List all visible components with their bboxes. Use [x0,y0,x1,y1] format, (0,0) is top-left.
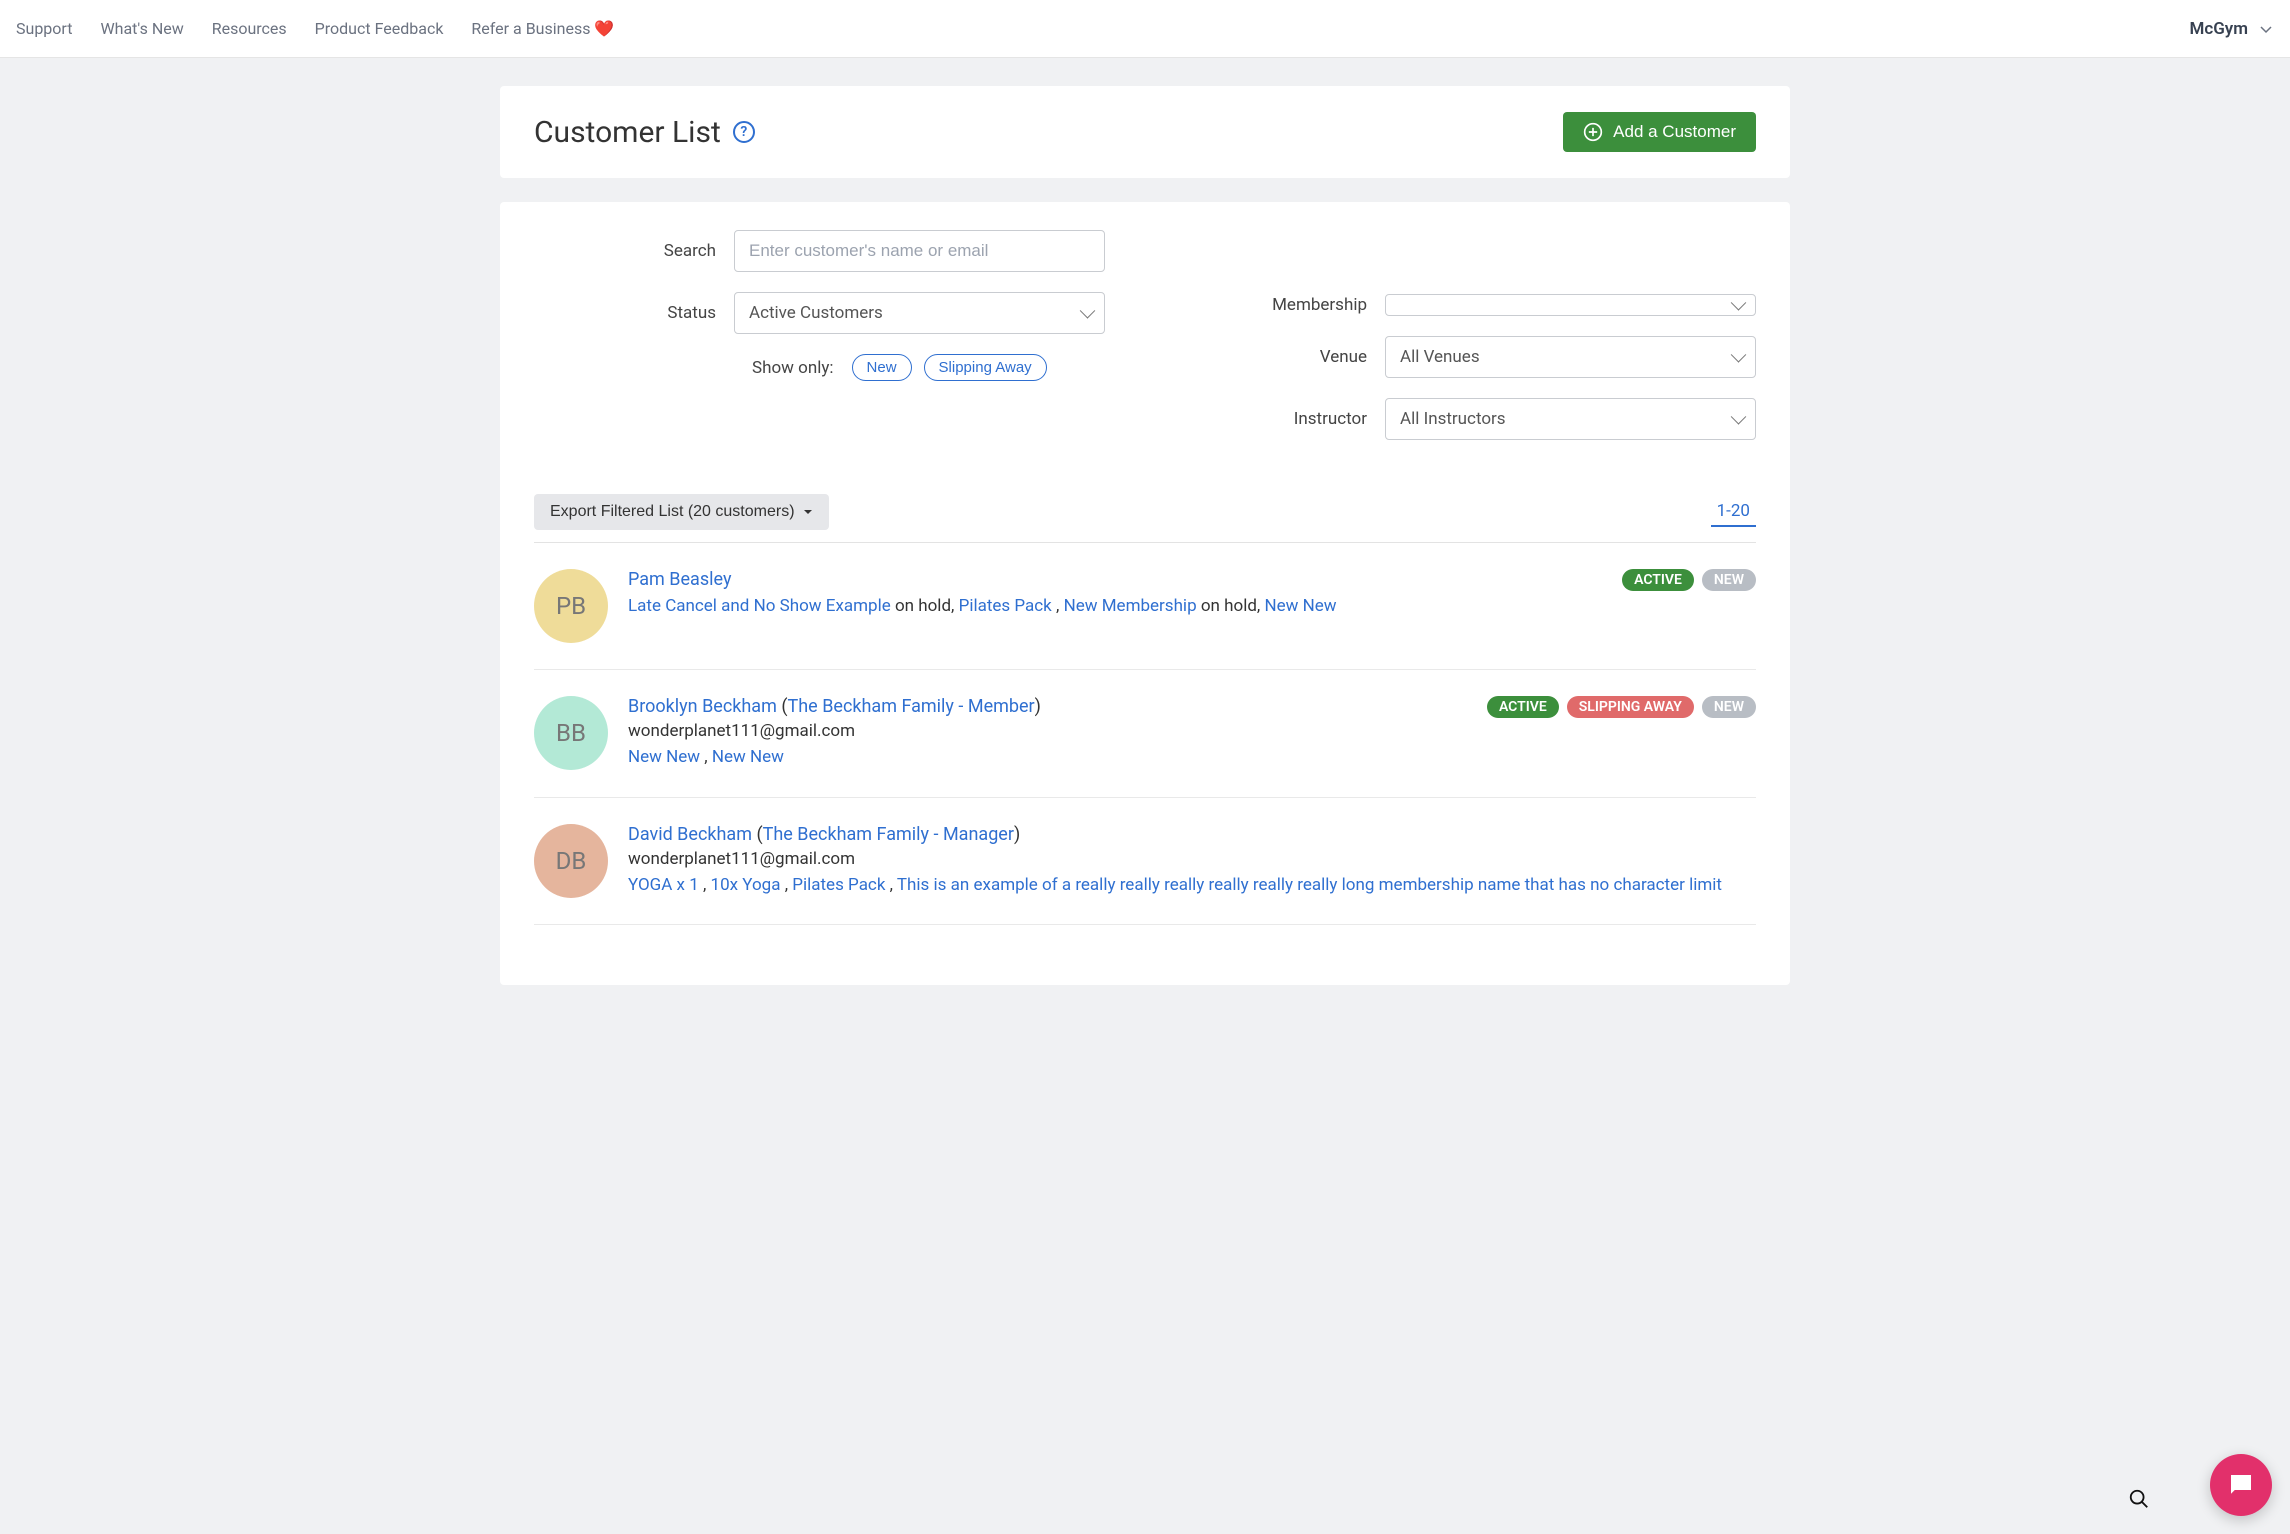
customer-body: David Beckham (The Beckham Family - Mana… [628,824,1736,899]
customer-body: Pam Beasley Late Cancel and No Show Examp… [628,569,1602,620]
avatar[interactable]: PB [534,569,608,643]
top-nav: Support What's New Resources Product Fee… [0,0,2290,58]
membership-link[interactable]: New New [1264,596,1336,616]
badge-column: ACTIVE SLIPPING AWAY NEW [1487,696,1756,718]
account-switcher[interactable]: McGym [2189,19,2274,39]
nav-resources[interactable]: Resources [212,19,287,38]
membership-link[interactable]: New New [712,747,784,767]
chat-fab[interactable] [2210,1454,2272,1516]
membership-text: , [890,875,897,895]
venue-select[interactable]: All Venues [1385,336,1756,378]
customer-name-link[interactable]: Pam Beasley [628,569,731,590]
membership-link[interactable]: YOGA x 1 [628,875,703,895]
membership-line: New New , New New [628,745,1467,771]
membership-line: Late Cancel and No Show Example on hold,… [628,594,1602,620]
page-header: Customer List ? Add a Customer [500,86,1790,178]
membership-text: , [704,747,712,767]
badge-column: ACTIVE NEW [1622,569,1756,591]
customer-name-line: Pam Beasley [628,569,1602,590]
customer-email: wonderplanet111@gmail.com [628,721,1467,741]
nav-refer-business[interactable]: Refer a Business ❤️ [471,19,614,38]
membership-link[interactable]: This is an example of a really really re… [897,875,1722,895]
plus-circle-icon [1583,122,1603,142]
nav-product-feedback[interactable]: Product Feedback [315,19,444,38]
status-select[interactable]: Active Customers [734,292,1105,334]
status-badge: ACTIVE [1622,569,1694,591]
customer-name-link[interactable]: David Beckham [628,824,752,845]
customer-name-line: Brooklyn Beckham (The Beckham Family - M… [628,696,1467,717]
export-button[interactable]: Export Filtered List (20 customers) [534,494,829,530]
customer-row: BB Brooklyn Beckham (The Beckham Family -… [534,670,1756,798]
search-input[interactable] [734,230,1105,272]
customer-row: PB Pam Beasley Late Cancel and No Show Exa… [534,543,1756,670]
membership-link[interactable]: 10x Yoga [711,875,785,895]
customer-row: DB David Beckham (The Beckham Family - Ma… [534,798,1756,926]
membership-link[interactable]: New Membership [1064,596,1197,616]
membership-link[interactable]: Late Cancel and No Show Example [628,596,891,616]
page-title: Customer List ? [534,115,755,150]
nav-support[interactable]: Support [16,19,72,38]
caret-down-icon [803,507,813,517]
filter-panel: Search Status Active Customers Show only… [500,202,1790,985]
chip-slipping-away[interactable]: Slipping Away [924,354,1047,381]
pager[interactable]: 1-20 [1711,497,1756,527]
customer-email: wonderplanet111@gmail.com [628,849,1736,869]
avatar[interactable]: DB [534,824,608,898]
status-badge: SLIPPING AWAY [1567,696,1694,718]
membership-link[interactable]: New New [628,747,704,767]
membership-link[interactable]: Pilates Pack [792,875,889,895]
search-label: Search [534,241,734,261]
membership-text: on hold, [891,596,959,616]
venue-label: Venue [1185,347,1385,367]
avatar[interactable]: BB [534,696,608,770]
membership-select[interactable] [1385,294,1756,316]
help-icon[interactable]: ? [733,121,755,143]
membership-label: Membership [1185,295,1385,315]
membership-text: , [1056,596,1064,616]
nav-whats-new[interactable]: What's New [100,19,183,38]
customer-name-line: David Beckham (The Beckham Family - Mana… [628,824,1736,845]
chip-new[interactable]: New [852,354,912,381]
membership-text: on hold, [1197,596,1265,616]
status-badge: NEW [1702,696,1756,718]
chat-icon [2226,1470,2256,1500]
membership-link[interactable]: Pilates Pack [959,596,1056,616]
account-name: McGym [2189,19,2248,39]
status-badge: NEW [1702,569,1756,591]
chevron-down-icon [2258,21,2274,37]
table-toolbar: Export Filtered List (20 customers) 1-20 [534,494,1756,543]
add-customer-button[interactable]: Add a Customer [1563,112,1756,152]
family-link[interactable]: The Beckham Family - Member [788,696,1035,717]
instructor-select[interactable]: All Instructors [1385,398,1756,440]
membership-line: YOGA x 1 , 10x Yoga , Pilates Pack , Thi… [628,873,1736,899]
membership-text: , [703,875,711,895]
show-only-label: Show only: [752,358,834,378]
instructor-label: Instructor [1185,409,1385,429]
search-icon[interactable] [2128,1488,2150,1514]
status-badge: ACTIVE [1487,696,1559,718]
family-link[interactable]: The Beckham Family - Manager [763,824,1014,845]
customer-body: Brooklyn Beckham (The Beckham Family - M… [628,696,1467,771]
customer-list: PB Pam Beasley Late Cancel and No Show Exa… [534,543,1756,925]
top-nav-links: Support What's New Resources Product Fee… [16,19,614,38]
status-label: Status [534,303,734,323]
customer-name-link[interactable]: Brooklyn Beckham [628,696,777,717]
